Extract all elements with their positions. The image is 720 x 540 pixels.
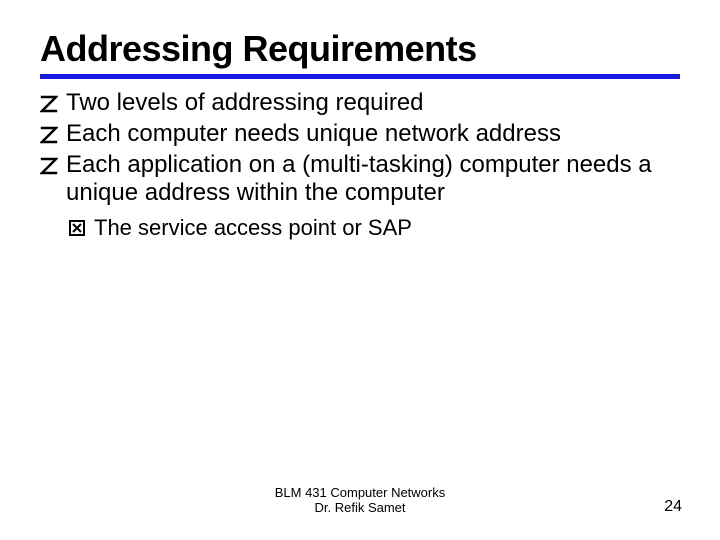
bullet-text: Each computer needs unique network addre… — [66, 120, 561, 147]
bullet-list: Two levels of addressing required Each c… — [40, 89, 680, 242]
sub-bullet-text: The service access point or SAP — [94, 215, 412, 240]
sub-list-item: The service access point or SAP — [68, 214, 680, 242]
z-bullet-icon — [40, 92, 58, 110]
list-item: Each computer needs unique network addre… — [40, 120, 680, 149]
page-number: 24 — [664, 498, 682, 516]
y-bullet-icon — [68, 216, 86, 234]
footer-line-1: BLM 431 Computer Networks — [0, 485, 720, 501]
footer-center: BLM 431 Computer Networks Dr. Refik Same… — [0, 485, 720, 516]
bullet-text: Two levels of addressing required — [66, 89, 424, 116]
list-item: Each application on a (multi-tasking) co… — [40, 151, 680, 209]
z-bullet-icon — [40, 154, 58, 172]
title-underline — [40, 74, 680, 79]
list-item: Two levels of addressing required — [40, 89, 680, 118]
page-title: Addressing Requirements — [40, 28, 680, 70]
bullet-text: Each application on a (multi-tasking) co… — [66, 151, 652, 207]
z-bullet-icon — [40, 123, 58, 141]
footer-line-2: Dr. Refik Samet — [0, 500, 720, 516]
slide-footer: BLM 431 Computer Networks Dr. Refik Same… — [0, 485, 720, 516]
